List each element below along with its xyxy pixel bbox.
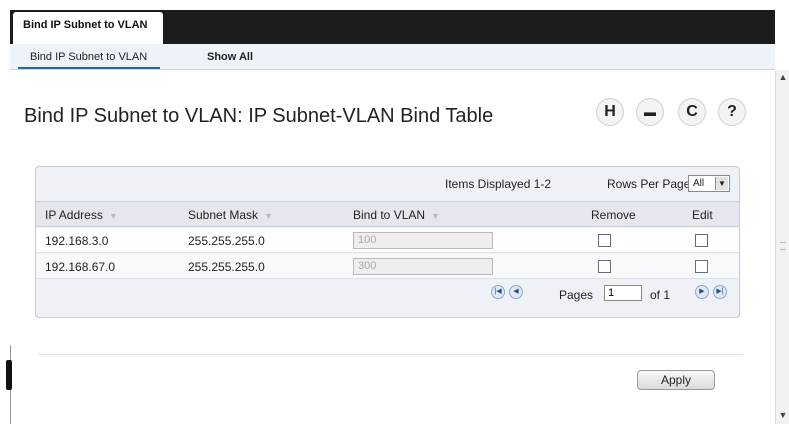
sort-icon: ▼: [264, 211, 273, 221]
help-icon[interactable]: ?: [718, 98, 746, 126]
refresh-icon[interactable]: C: [678, 98, 706, 126]
previous-page-icon[interactable]: ◀: [509, 285, 523, 299]
vertical-scrollbar[interactable]: ▲ ▼: [775, 70, 789, 424]
page-number-input[interactable]: [604, 285, 642, 301]
rows-per-page-value: All: [693, 178, 705, 189]
tab-label: Bind IP Subnet to VLAN: [23, 19, 148, 31]
remove-checkbox[interactable]: [598, 260, 611, 273]
column-header-edit: Edit: [692, 208, 713, 222]
page-title: Bind IP Subnet to VLAN: IP Subnet-VLAN B…: [24, 105, 494, 127]
save-icon[interactable]: H: [596, 98, 624, 126]
subnav-item-show-all[interactable]: Show All: [207, 51, 253, 63]
column-header-ip-address[interactable]: IP Address ▼: [45, 208, 118, 222]
bind-to-vlan-field: 300: [353, 258, 493, 275]
column-header-remove: Remove: [591, 208, 636, 222]
subnav-item-bind-ip-subnet[interactable]: Bind IP Subnet to VLAN: [30, 51, 147, 63]
subnet-mask-cell: 255.255.255.0: [188, 234, 265, 248]
scroll-up-arrow-icon[interactable]: ▲: [778, 72, 788, 82]
tab-bind-ip-subnet[interactable]: Bind IP Subnet to VLAN: [13, 12, 163, 46]
remove-checkbox[interactable]: [598, 234, 611, 247]
next-page-icon[interactable]: ▶: [695, 285, 709, 299]
first-page-icon[interactable]: |◀: [491, 285, 505, 299]
bind-to-vlan-field: 100: [353, 232, 493, 249]
chevron-down-icon[interactable]: ▼: [715, 177, 728, 190]
rows-per-page-select[interactable]: All ▼: [688, 175, 730, 192]
scrollbar-grip[interactable]: [780, 242, 786, 250]
rows-per-page-label: Rows Per Page: [607, 177, 691, 191]
edit-checkbox[interactable]: [695, 234, 708, 247]
sort-icon: ▼: [108, 211, 118, 221]
column-header-subnet-mask[interactable]: Subnet Mask ▼: [188, 208, 273, 222]
table-pager: |◀ ◀ Pages of 1 ▶ ▶|: [36, 279, 739, 307]
table-header: IP Address ▼ Subnet Mask ▼ Bind to VLAN ▼ R…: [36, 201, 739, 227]
table-row: 192.168.3.0 255.255.255.0 100: [36, 228, 739, 253]
pages-label: Pages: [559, 288, 594, 302]
panel-resize-handle[interactable]: [6, 360, 12, 390]
items-displayed: Items Displayed 1-2: [445, 177, 552, 191]
subnet-mask-cell: 255.255.255.0: [188, 260, 265, 274]
table-topbar: Items Displayed 1-2 Rows Per Page All ▼: [36, 167, 739, 199]
subnav-selection-indicator: [18, 67, 160, 69]
edit-checkbox[interactable]: [695, 260, 708, 273]
ip-address-cell: 192.168.3.0: [45, 234, 109, 248]
apply-button[interactable]: Apply: [637, 370, 715, 390]
last-page-icon[interactable]: ▶|: [713, 285, 727, 299]
scroll-down-arrow-icon[interactable]: ▼: [778, 410, 788, 420]
page-count-label: of 1: [650, 288, 671, 302]
ip-address-cell: 192.168.67.0: [45, 260, 116, 274]
bind-table-panel: Items Displayed 1-2 Rows Per Page All ▼ …: [35, 166, 740, 318]
sort-icon: ▼: [431, 211, 440, 221]
print-icon[interactable]: ▬: [636, 98, 664, 126]
sub-navigation: Bind IP Subnet to VLAN Show All: [10, 44, 775, 70]
column-header-bind-to-vlan[interactable]: Bind to VLAN ▼: [353, 208, 440, 222]
section-divider: [38, 354, 743, 355]
table-row: 192.168.67.0 255.255.255.0 300: [36, 254, 739, 279]
